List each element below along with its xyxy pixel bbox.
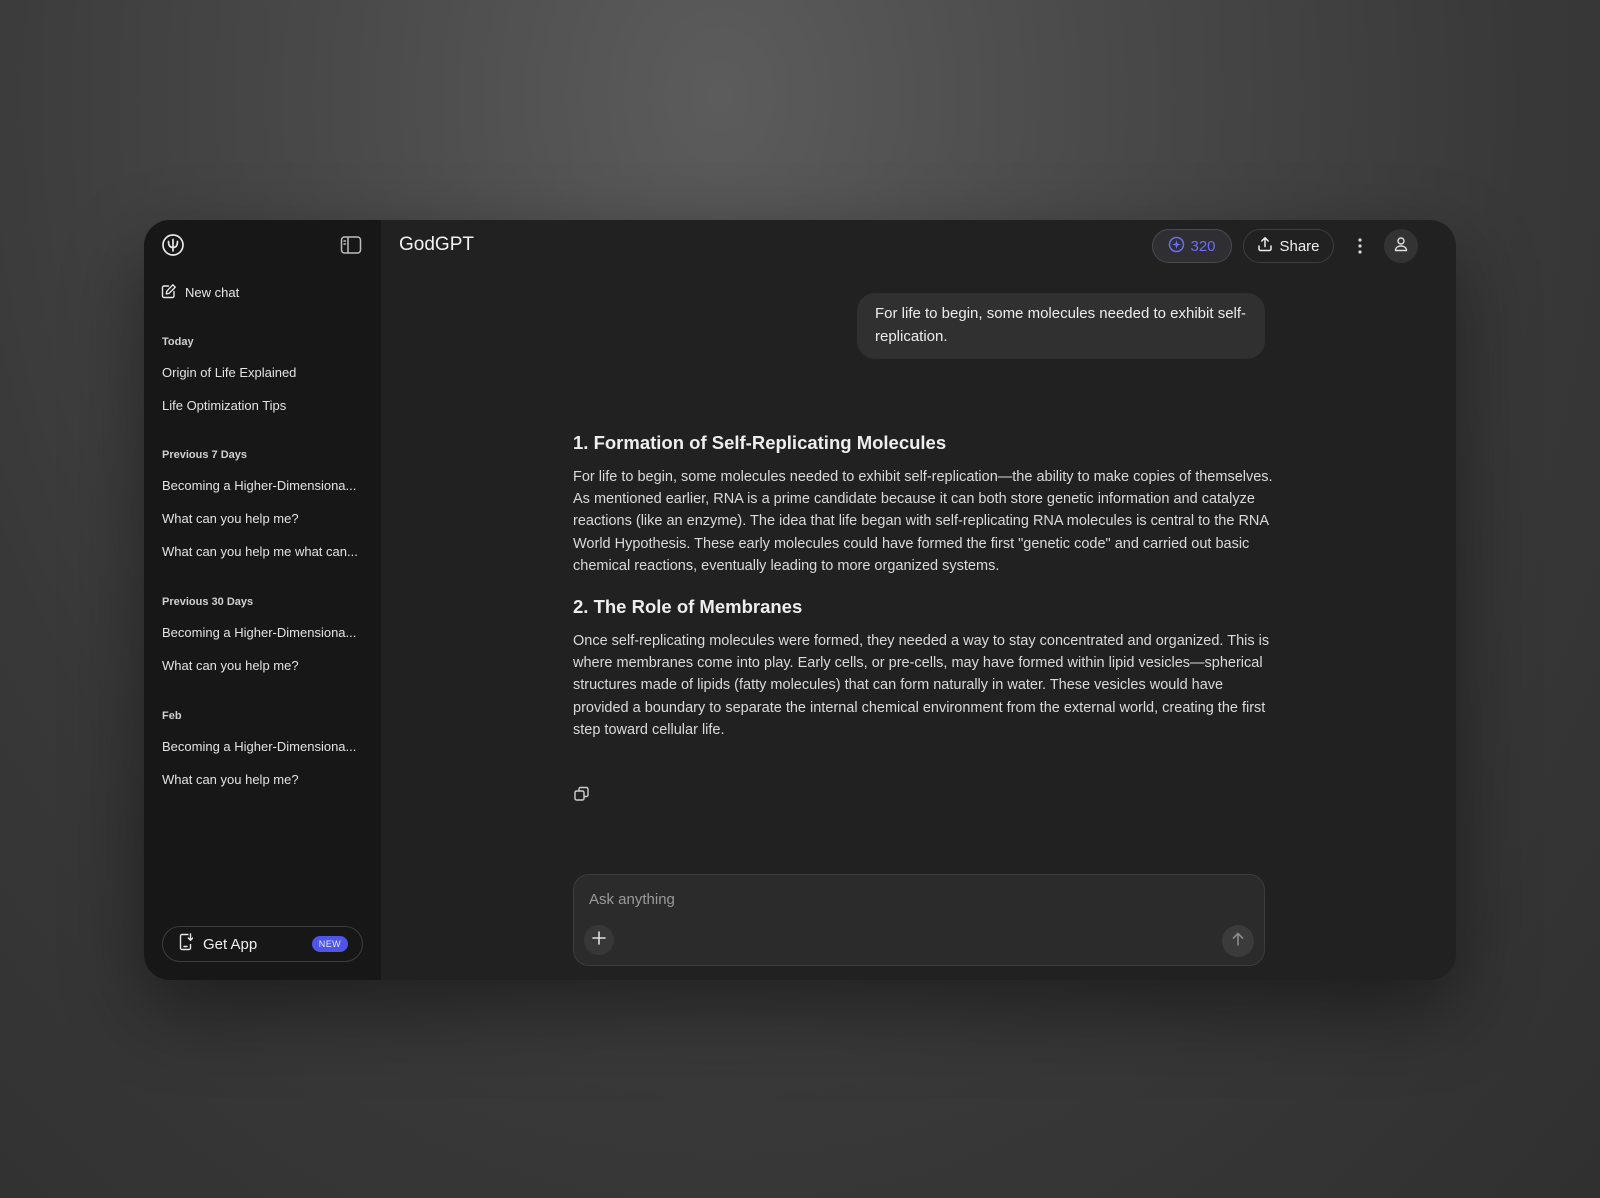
assistant-message: 1. Formation of Self-Replicating Molecul… xyxy=(573,432,1273,741)
send-button[interactable] xyxy=(1222,925,1254,957)
history-group-previous-7-days: Previous 7 Days xyxy=(162,449,247,461)
upload-icon xyxy=(1257,236,1273,256)
history-item[interactable]: Life Optimization Tips xyxy=(162,398,366,413)
get-app-label: Get App xyxy=(203,935,258,953)
history-item[interactable]: What can you help me what can... xyxy=(162,544,366,559)
user-avatar-button[interactable] xyxy=(1384,229,1418,263)
history-group-feb: Feb xyxy=(162,710,182,722)
new-badge: NEW xyxy=(311,936,348,952)
credits-icon xyxy=(1168,236,1185,257)
attach-button[interactable] xyxy=(584,925,614,955)
app-window: New chat Today Origin of Life Explained … xyxy=(144,220,1456,980)
chat-input[interactable] xyxy=(589,887,1229,911)
history-item[interactable]: What can you help me? xyxy=(162,772,366,787)
logo-icon[interactable] xyxy=(161,233,185,257)
sidebar-toggle-icon[interactable] xyxy=(340,235,362,255)
message-composer xyxy=(573,874,1265,966)
section-heading: 2. The Role of Membranes xyxy=(573,596,803,618)
history-item[interactable]: Becoming a Higher-Dimensiona... xyxy=(162,739,366,754)
share-label: Share xyxy=(1279,237,1320,255)
section-heading: 1. Formation of Self-Replicating Molecul… xyxy=(573,432,947,453)
section-body: Once self-replicating molecules were for… xyxy=(573,633,1270,738)
credits-count: 320 xyxy=(1190,237,1216,255)
get-app-button[interactable]: Get App NEW xyxy=(162,926,363,962)
history-item[interactable]: What can you help me? xyxy=(162,511,366,526)
sidebar-header xyxy=(161,233,364,257)
more-vertical-icon[interactable] xyxy=(1348,234,1372,258)
new-chat-label: New chat xyxy=(185,284,240,300)
history-item[interactable]: What can you help me? xyxy=(162,658,366,673)
copy-icon[interactable] xyxy=(573,785,591,803)
chat-main: GodGPT 320 Share For life to begin, some… xyxy=(381,220,1456,980)
user-icon xyxy=(1393,236,1409,257)
history-item[interactable]: Becoming a Higher-Dimensiona... xyxy=(162,625,366,640)
history-item[interactable]: Origin of Life Explained xyxy=(162,365,366,380)
user-message: For life to begin, some molecules needed… xyxy=(857,293,1265,359)
edit-icon xyxy=(161,283,177,302)
arrow-up-icon xyxy=(1231,932,1245,951)
history-item[interactable]: Becoming a Higher-Dimensiona... xyxy=(162,478,366,493)
credits-button[interactable]: 320 xyxy=(1152,229,1232,263)
share-button[interactable]: Share xyxy=(1243,229,1334,263)
history-group-today: Today xyxy=(162,336,194,348)
phone-download-icon xyxy=(179,932,194,956)
new-chat-button[interactable]: New chat xyxy=(161,281,239,303)
plus-icon xyxy=(592,930,606,950)
history-group-previous-30-days: Previous 30 Days xyxy=(162,596,254,608)
app-title: GodGPT xyxy=(399,234,474,255)
sidebar: New chat Today Origin of Life Explained … xyxy=(144,220,381,980)
section-body: For life to begin, some molecules needed… xyxy=(573,469,1273,574)
